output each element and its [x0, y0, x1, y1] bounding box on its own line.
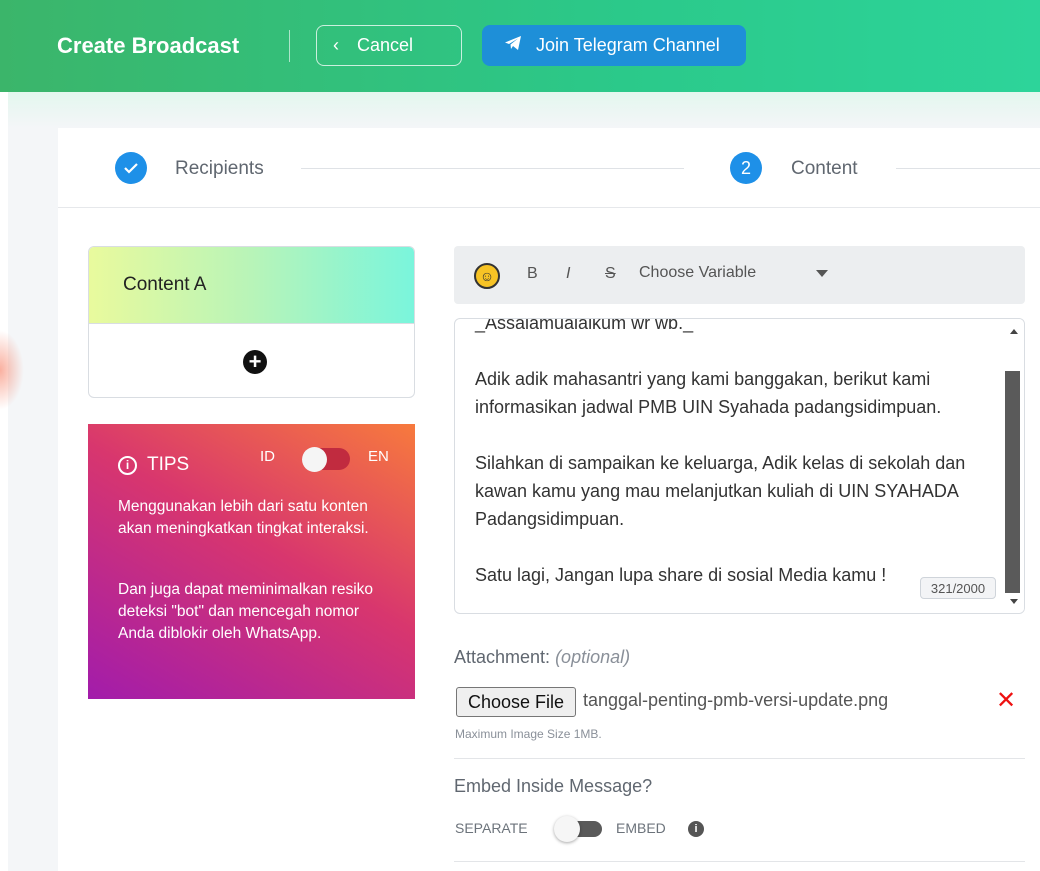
- toggle-knob: [554, 816, 580, 842]
- info-icon[interactable]: i: [688, 821, 704, 837]
- emoji-icon[interactable]: ☺: [474, 263, 500, 289]
- stepper: Recipients 2 Content: [58, 128, 1040, 208]
- selected-file-name: tanggal-penting-pmb-versi-update.png: [583, 690, 889, 710]
- tips-paragraph-2: Dan juga dapat meminimalkan resiko detek…: [118, 581, 374, 642]
- embed-label: EMBED: [616, 820, 666, 836]
- chevron-left-icon: ‹: [333, 35, 339, 55]
- lang-id-label: ID: [260, 448, 275, 465]
- content-a-tab[interactable]: Content A: [89, 247, 414, 324]
- choose-file-button[interactable]: Choose File: [456, 687, 576, 717]
- step-content-label[interactable]: Content: [791, 158, 858, 180]
- top-header-bar: Create Broadcast ‹ Cancel Join Telegram …: [0, 0, 1040, 92]
- join-telegram-button[interactable]: Join Telegram Channel: [482, 25, 746, 66]
- scroll-thumb[interactable]: [1005, 371, 1020, 593]
- separate-label: SEPARATE: [455, 820, 528, 836]
- italic-button[interactable]: I: [566, 265, 570, 283]
- chevron-down-icon[interactable]: [816, 270, 828, 277]
- content-tabs-panel: Content A: [88, 246, 415, 398]
- cancel-button[interactable]: ‹ Cancel: [316, 25, 462, 66]
- header-shadow-band: [8, 92, 1040, 128]
- attachment-optional: (optional): [555, 647, 631, 667]
- telegram-icon: [504, 35, 522, 56]
- embed-toggle[interactable]: [554, 816, 602, 842]
- step-recipients-label[interactable]: Recipients: [175, 158, 264, 180]
- step-connector: [896, 168, 1040, 169]
- section-divider: [454, 861, 1025, 862]
- step-number-badge: 2: [730, 152, 762, 184]
- remove-file-close-icon[interactable]: ✕: [996, 689, 1016, 713]
- tips-panel: i TIPS ID EN Menggunakan lebih dari satu…: [88, 424, 415, 699]
- tips-paragraph-1: Menggunakan lebih dari satu konten akan …: [118, 498, 369, 537]
- tips-heading: i TIPS: [118, 454, 189, 476]
- message-editor[interactable]: _Assalamualaikum wr wb._ Adik adik mahas…: [454, 318, 1025, 614]
- strikethrough-button[interactable]: S: [605, 265, 616, 283]
- step-connector: [301, 168, 684, 169]
- scroll-up-icon[interactable]: [1010, 329, 1018, 334]
- step-done-check-icon: [115, 152, 147, 184]
- editor-toolbar: ☺ B I S Choose Variable: [454, 246, 1025, 304]
- section-divider: [454, 758, 1025, 759]
- embed-question: Embed Inside Message?: [454, 776, 653, 796]
- language-toggle[interactable]: [302, 447, 350, 472]
- info-icon: i: [118, 455, 137, 475]
- scroll-down-icon[interactable]: [1010, 599, 1018, 604]
- choose-variable-select[interactable]: Choose Variable: [639, 264, 756, 282]
- character-counter: 321/2000: [920, 577, 996, 599]
- cancel-label: Cancel: [357, 35, 414, 55]
- telegram-label: Join Telegram Channel: [536, 35, 720, 55]
- tips-title: TIPS: [147, 454, 190, 475]
- edge-glow: [0, 330, 24, 410]
- header-divider: [289, 30, 290, 62]
- left-edge-strip: [0, 92, 8, 871]
- max-size-hint: Maximum Image Size 1MB.: [455, 727, 602, 741]
- bold-button[interactable]: B: [527, 265, 538, 283]
- page-title: Create Broadcast: [57, 33, 240, 58]
- toggle-knob: [302, 447, 327, 472]
- editor-scrollbar[interactable]: [1005, 319, 1024, 613]
- attachment-label: Attachment: (optional): [454, 647, 630, 668]
- message-text[interactable]: _Assalamualaikum wr wb._ Adik adik mahas…: [475, 319, 1000, 589]
- add-content-plus-icon[interactable]: +: [243, 350, 267, 374]
- attachment-label-text: Attachment:: [454, 647, 551, 667]
- lang-en-label: EN: [368, 448, 389, 465]
